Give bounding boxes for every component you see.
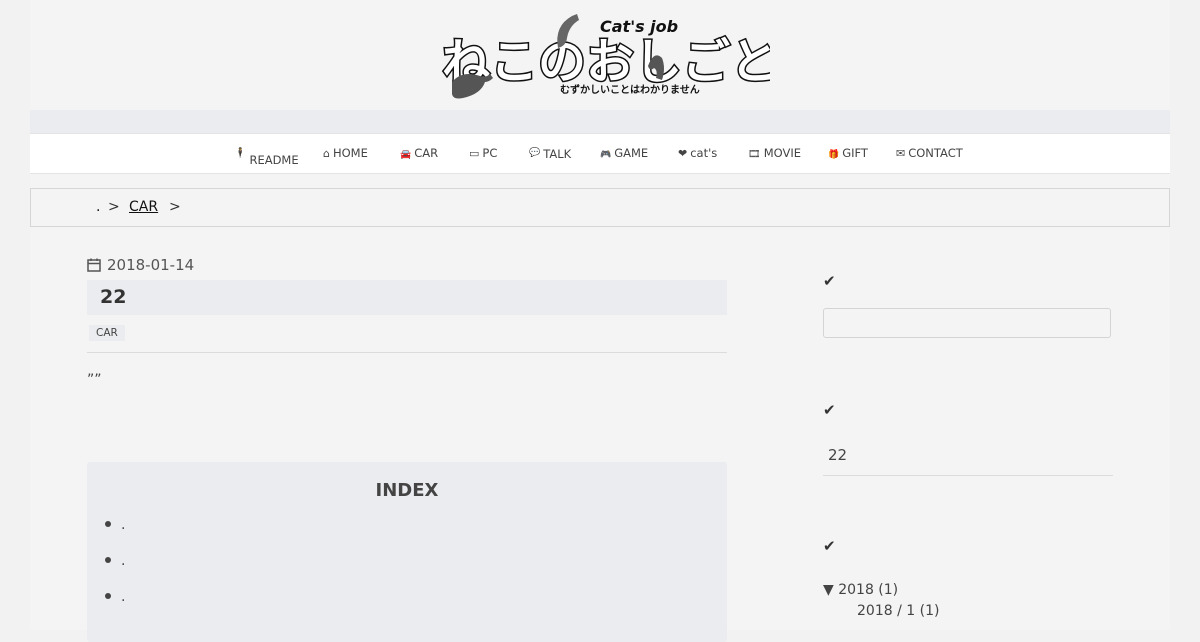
toc-item-label: . [121, 517, 126, 533]
home-icon: ⌂ [323, 147, 330, 160]
page: ねこのおしごと Cat's job むずかしいことはわかりません 🕴 README… [30, 0, 1170, 642]
bullet-icon [105, 521, 111, 527]
desktop-icon: ▭ [469, 147, 480, 160]
nav-item-readme[interactable]: 🕴 README [234, 134, 299, 173]
nav-item-movie[interactable]: 🎞 MOVIE [748, 134, 801, 173]
site-header: ねこのおしごと Cat's job むずかしいことはわかりません [30, 0, 1170, 110]
recent-post-title: 22 [828, 446, 848, 464]
table-of-contents: INDEX . . . [87, 462, 727, 642]
toc-item[interactable]: . [105, 589, 125, 605]
post-date: 2018-01-14 [87, 256, 194, 274]
recent-post-item[interactable]: 22 [823, 440, 1113, 476]
breadcrumb: . > CAR > [30, 188, 1170, 227]
breadcrumb-home[interactable]: . [96, 189, 100, 226]
bullet-icon [105, 557, 111, 563]
car-icon: 🚘 [400, 150, 412, 160]
toc-title: INDEX [375, 480, 439, 501]
nav-label: GIFT [842, 146, 868, 160]
toc-item-label: . [121, 553, 126, 569]
heart-icon: ❤ [678, 147, 688, 160]
nav-label: PC [482, 146, 498, 160]
nav-label: cat's [690, 146, 718, 160]
nav-item-car[interactable]: 🚘 CAR [400, 134, 438, 173]
check-icon: ✔ [823, 401, 836, 419]
breadcrumb-category-link[interactable]: CAR [129, 199, 158, 215]
nav-item-cats[interactable]: ❤ cat's [678, 134, 717, 173]
nav-label: MOVIE [763, 146, 801, 160]
nav-label: HOME [332, 146, 368, 160]
header-band [30, 110, 1170, 133]
nav-label: README [249, 153, 299, 167]
breadcrumb-home-link[interactable]: . [96, 199, 100, 215]
post-title: 22 [87, 280, 727, 315]
calendar-icon [87, 258, 101, 272]
site-logo[interactable]: ねこのおしごと Cat's job むずかしいことはわかりません [440, 8, 770, 104]
toc-item[interactable]: . [105, 517, 125, 533]
breadcrumb-separator: > [169, 199, 181, 215]
film-icon: 🎞 [748, 149, 761, 160]
logo-main-text: ねこのおしごと [442, 34, 770, 90]
gamepad-icon: 🎮 [600, 150, 612, 160]
nav-label: GAME [614, 146, 649, 160]
logo-en-text: Cat's job [600, 17, 678, 36]
category-tag[interactable]: CAR [89, 325, 125, 341]
post-excerpt: ”” [87, 372, 102, 388]
toc-item-label: . [121, 589, 126, 605]
post-date-text: 2018-01-14 [107, 256, 195, 274]
archive-month-link[interactable]: 2018 / 1 (1) [857, 603, 939, 619]
bullet-icon [105, 593, 111, 599]
breadcrumb-category[interactable]: CAR [129, 189, 158, 226]
global-nav: 🕴 README ⌂ HOME 🚘 CAR ▭ PC 💬 TALK 🎮 GAME ❤ cat'… [30, 133, 1170, 174]
envelope-icon: ✉ [896, 147, 906, 160]
check-icon: ✔ [823, 537, 836, 555]
nav-label: CAR [414, 146, 439, 160]
nav-item-talk[interactable]: 💬 TALK [529, 134, 571, 173]
person-icon: 🕴 [234, 148, 247, 159]
search-input[interactable] [823, 308, 1111, 338]
nav-label: CONTACT [908, 146, 963, 160]
nav-item-contact[interactable]: ✉ CONTACT [896, 134, 963, 173]
nav-item-game[interactable]: 🎮 GAME [600, 134, 648, 173]
logo-sub-text: むずかしいことはわかりません [560, 83, 700, 96]
check-icon: ✔ [823, 272, 836, 290]
breadcrumb-separator: > [108, 199, 120, 215]
nav-item-home[interactable]: ⌂ HOME [323, 134, 368, 173]
nav-item-pc[interactable]: ▭ PC [469, 134, 497, 173]
divider [87, 352, 727, 353]
post-title-text: 22 [100, 286, 127, 308]
comment-icon: 💬 [529, 148, 541, 158]
nav-item-gift[interactable]: 🎁 GIFT [828, 134, 868, 173]
archive-year-toggle[interactable]: ▼ 2018 (1) [823, 582, 898, 598]
nav-label: TALK [543, 147, 572, 161]
toc-item[interactable]: . [105, 553, 125, 569]
gift-icon: 🎁 [828, 150, 840, 160]
